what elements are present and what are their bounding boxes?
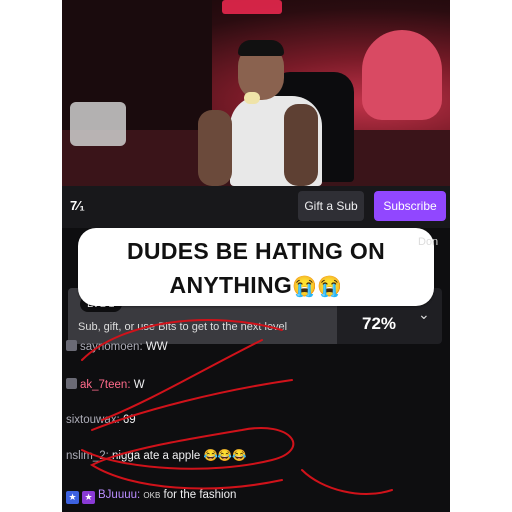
subscribe-button[interactable]: Subscribe: [374, 191, 446, 221]
red-scribble-annotation: [81, 319, 393, 495]
caption-line-1: DUDES BE HATING ON: [127, 238, 385, 264]
scribble-stroke: [81, 319, 393, 495]
stuffed-bear: [362, 30, 442, 120]
white-chair: [70, 102, 126, 146]
streamer-arm-left: [198, 110, 232, 186]
gift-a-sub-button[interactable]: Gift a Sub: [298, 191, 364, 221]
neon-sign: [222, 0, 282, 14]
streamer-arm-right: [284, 104, 318, 186]
stream-screenshot: rishabh... Flame …sub …2025 …that's your…: [62, 0, 450, 512]
streamer-hair: [238, 40, 284, 56]
caption-line-2-text: ANYTHING: [169, 272, 293, 298]
caption-line-2: ANYTHING😭😭: [78, 272, 434, 299]
side-text: Don: [418, 236, 439, 248]
crying-emoji-icon: 😭😭: [292, 276, 343, 298]
stream-video[interactable]: rishabh... Flame …sub …2025 …that's your…: [62, 0, 450, 186]
meme-caption: DUDES BE HATING ON ANYTHING😭😭: [78, 228, 434, 306]
apple: [244, 92, 260, 104]
channel-logo-icon[interactable]: 7⁄₁: [70, 198, 85, 213]
